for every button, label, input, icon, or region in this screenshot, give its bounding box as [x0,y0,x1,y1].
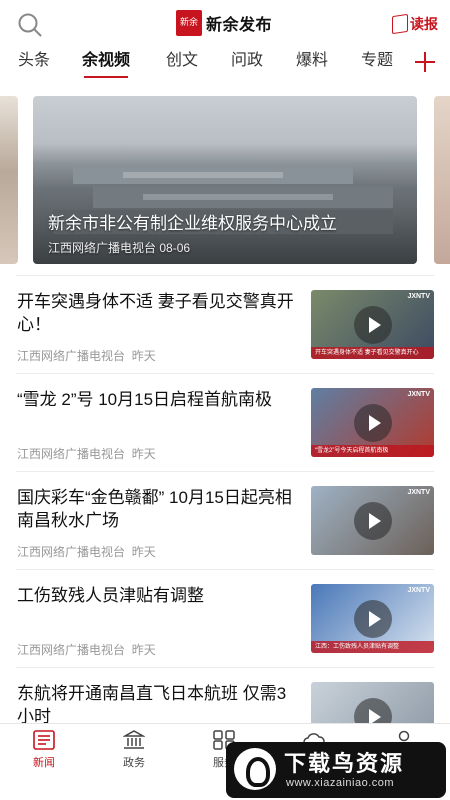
news-title: 开车突遇身体不适 妻子看见交警真开心！ [17,292,294,334]
channel-tabs: 头条 余视频 创文 问政 爆料 专题 [0,46,450,80]
government-icon [122,730,146,750]
news-title: 东航将开通南昌直飞日本航班 仅需3小时 [17,684,287,726]
tab-tipoff[interactable]: 爆料 [296,46,328,80]
channel-logo: JXNTV [407,587,430,594]
thumbnail-caption: “雪龙2”号今天启程首航南极 [311,445,434,457]
news-source: 江西网络广播电视台 [17,643,126,657]
news-time: 昨天 [131,545,156,559]
news-source: 江西网络广播电视台 [17,545,126,559]
news-item[interactable]: 工伤致残人员津贴有调整 江西网络广播电视台 昨天 JXNTV 江西：工伤致残人员津贴有… [0,570,450,668]
play-icon[interactable] [354,502,392,540]
nav-news[interactable]: 新闻 [14,730,74,776]
play-icon[interactable] [354,600,392,638]
tab-civilization[interactable]: 创文 [166,46,198,80]
hero-date: 08-06 [159,241,191,255]
news-item[interactable]: 开车突遇身体不适 妻子看见交警真开心！ 江西网络广播电视台 昨天 JXNTV 开车突遇… [0,276,450,374]
hero-meta: 江西网络广播电视台 08-06 [48,239,402,256]
news-meta: 江西网络广播电视台 昨天 [17,347,156,364]
hero-source: 江西网络广播电视台 [48,241,157,255]
hero-slide[interactable]: 新余市非公有制企业维权服务中心成立 江西网络广播电视台 08-06 [33,96,417,264]
app-logo: 新余 新余发布 [176,10,272,36]
tab-headlines[interactable]: 头条 [18,46,50,80]
news-time: 昨天 [131,447,156,461]
search-icon[interactable] [17,12,43,38]
top-bar: 新余 新余发布 读报 [0,0,450,46]
news-meta: 江西网络广播电视台 昨天 [17,445,156,462]
news-video-thumbnail[interactable]: JXNTV “雪龙2”号今天启程首航南极 [311,388,434,457]
nav-news-label: 新闻 [33,757,55,769]
nav-government-label: 政务 [123,757,145,769]
thumbnail-caption: 开车突遇身体不适 妻子看见交警真开心 [311,347,434,359]
logo-seal: 新余 [176,10,202,36]
carousel-next-slide[interactable] [434,96,450,264]
news-title: “雪龙 2”号 10月15日启程首航南极 [17,390,273,409]
channel-logo: JXNTV [407,293,430,300]
news-video-thumbnail[interactable]: JXNTV 开车突遇身体不适 妻子看见交警真开心 [311,290,434,359]
tab-inquiry[interactable]: 问政 [231,46,263,80]
hero-carousel[interactable]: 新余市非公有制企业维权服务中心成立 江西网络广播电视台 08-06 [0,96,450,264]
news-video-thumbnail[interactable]: JXNTV [311,486,434,555]
watermark-title: 下载鸟资源 [284,751,405,776]
news-meta: 江西网络广播电视台 昨天 [17,543,156,560]
read-newspaper-button[interactable]: 读报 [392,12,438,36]
channel-logo: JXNTV [407,489,430,496]
news-title: 工伤致残人员津贴有调整 [17,586,204,605]
play-icon[interactable] [354,306,392,344]
news-meta: 江西网络广播电视台 昨天 [17,641,156,658]
news-source: 江西网络广播电视台 [17,349,126,363]
news-source: 江西网络广播电视台 [17,447,126,461]
hero-title: 新余市非公有制企业维权服务中心成立 [48,214,337,233]
watermark-url: www.xiazainiao.com [286,777,395,789]
news-video-thumbnail[interactable]: JXNTV 江西：工伤致残人员津贴有调整 [311,584,434,653]
channel-logo: JXNTV [407,391,430,398]
play-icon[interactable] [354,404,392,442]
search-button[interactable] [17,12,43,38]
newspaper-icon [392,13,408,35]
tab-special[interactable]: 专题 [361,46,393,80]
watermark-bird-icon [234,748,276,790]
hero-caption: 新余市非公有制企业维权服务中心成立 江西网络广播电视台 08-06 [48,213,402,256]
app-title: 新余发布 [206,17,273,34]
add-channel-icon[interactable] [412,49,438,75]
watermark-overlay: 下载鸟资源 www.xiazainiao.com [226,742,446,798]
news-time: 昨天 [131,349,156,363]
thumbnail-caption: 江西：工伤致残人员津贴有调整 [311,641,434,653]
tab-video[interactable]: 余视频 [82,46,130,80]
nav-government[interactable]: 政务 [104,730,164,776]
read-newspaper-label: 读报 [410,16,438,32]
news-title: 国庆彩车“金色赣鄱” 10月15日起亮相南昌秋水广场 [17,488,292,530]
news-time: 昨天 [131,643,156,657]
news-icon [33,730,55,750]
news-item[interactable]: 国庆彩车“金色赣鄱” 10月15日起亮相南昌秋水广场江西网络广播电视台 昨天 JX… [0,472,450,570]
news-item[interactable]: “雪龙 2”号 10月15日启程首航南极 江西网络广播电视台 昨天 JXNTV “雪龙… [0,374,450,472]
carousel-prev-slide[interactable] [0,96,18,264]
